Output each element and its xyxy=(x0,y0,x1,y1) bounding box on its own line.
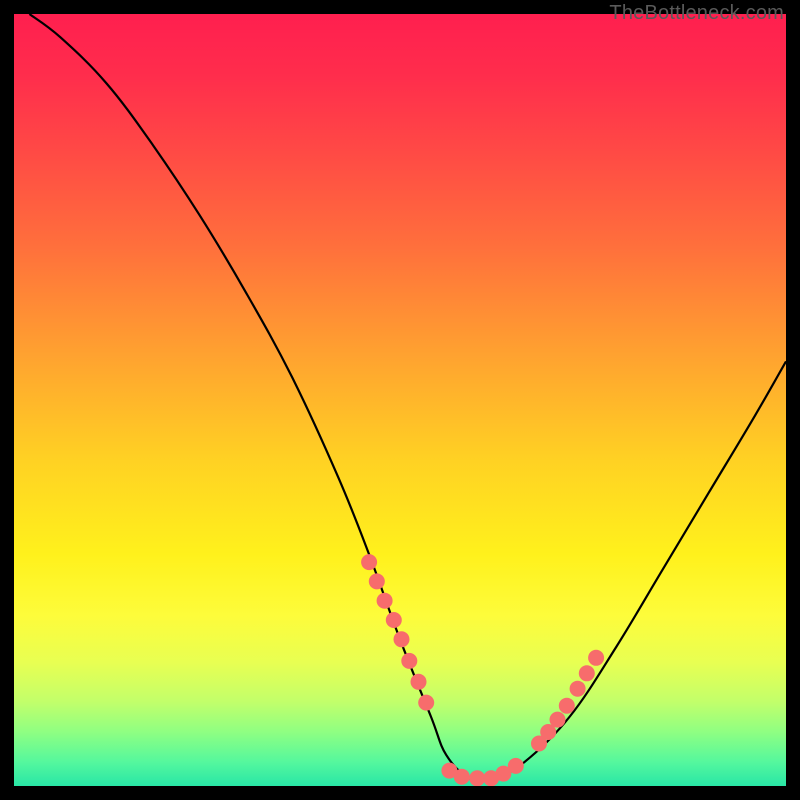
highlight-dot xyxy=(394,631,410,647)
highlight-dot xyxy=(361,554,377,570)
curve-layer xyxy=(14,14,786,786)
highlight-dot xyxy=(369,573,385,589)
highlight-dot xyxy=(418,695,434,711)
chart-frame: TheBottleneck.com xyxy=(0,0,800,800)
plot-area xyxy=(14,14,786,786)
highlight-dot xyxy=(550,712,566,728)
highlight-dot xyxy=(411,674,427,690)
watermark-text: TheBottleneck.com xyxy=(609,2,784,25)
highlight-dot xyxy=(579,665,595,681)
highlight-dot xyxy=(588,650,604,666)
highlight-dot xyxy=(570,681,586,697)
highlight-dot xyxy=(454,769,470,785)
highlight-dot xyxy=(469,770,485,786)
highlight-dot xyxy=(386,612,402,628)
highlight-dot xyxy=(401,653,417,669)
highlight-dot xyxy=(559,698,575,714)
highlight-dot xyxy=(508,758,524,774)
highlight-dots xyxy=(361,554,604,786)
highlight-dot xyxy=(377,593,393,609)
